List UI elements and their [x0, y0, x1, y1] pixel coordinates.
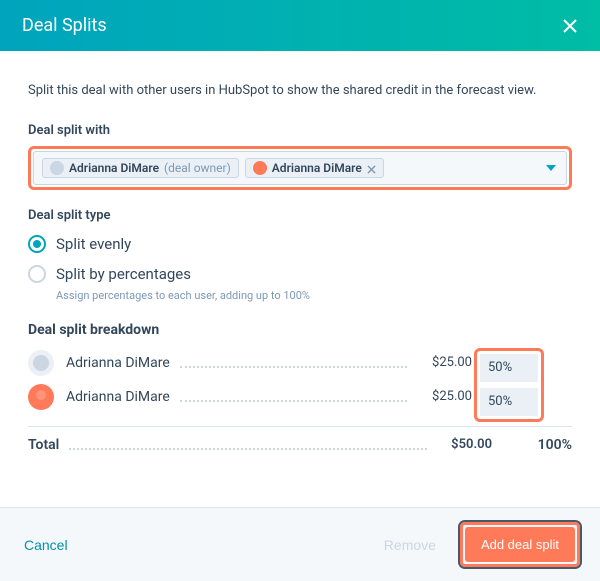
dotted-leader: [180, 392, 407, 402]
avatar-icon: [28, 350, 54, 376]
split-with-highlight: Adrianna DiMare (deal owner) Adrianna Di…: [28, 146, 572, 190]
intro-text: Split this deal with other users in HubS…: [28, 81, 572, 101]
dotted-leader: [180, 358, 407, 368]
radio-split-evenly[interactable]: Split evenly: [28, 231, 572, 261]
radio-icon: [28, 235, 46, 253]
chip-name: Adrianna DiMare: [69, 161, 159, 175]
percentage-input[interactable]: 50%: [480, 388, 538, 416]
chip-owner[interactable]: Adrianna DiMare (deal owner): [42, 158, 239, 178]
split-type-label: Deal split type: [28, 208, 572, 223]
deal-splits-modal: Deal Splits Split this deal with other u…: [0, 0, 600, 581]
chevron-down-icon[interactable]: [546, 165, 556, 171]
split-with-label: Deal split with: [28, 123, 572, 138]
row-amount: $25.00: [417, 389, 472, 404]
radio-split-percentages[interactable]: Split by percentages: [28, 261, 572, 291]
row-name: Adrianna DiMare: [66, 389, 170, 405]
percentage-highlight: 50% 50%: [474, 348, 544, 422]
chip-suffix: (deal owner): [164, 161, 231, 175]
split-with-select[interactable]: Adrianna DiMare (deal owner) Adrianna Di…: [33, 151, 567, 185]
breakdown-area: Adrianna DiMare $25.00 Adrianna DiMare $…: [28, 350, 572, 410]
avatar-icon: [50, 161, 64, 175]
modal-header: Deal Splits: [0, 0, 600, 51]
split-type-group: Deal split type Split evenly Split by pe…: [28, 208, 572, 302]
total-amount: $50.00: [437, 437, 492, 452]
radio-icon: [28, 265, 46, 283]
divider: [28, 426, 572, 427]
avatar-icon: [28, 384, 54, 410]
add-deal-split-button[interactable]: Add deal split: [465, 527, 575, 562]
modal-title: Deal Splits: [22, 15, 107, 36]
percentage-input[interactable]: 50%: [480, 354, 538, 382]
split-type-helper: Assign percentages to each user, adding …: [56, 289, 572, 302]
chip-name: Adrianna DiMare: [272, 161, 362, 175]
radio-label: Split evenly: [56, 235, 131, 253]
remove-button[interactable]: Remove: [370, 529, 450, 561]
cancel-button[interactable]: Cancel: [20, 531, 72, 559]
primary-highlight: Add deal split: [460, 522, 580, 567]
row-amount: $25.00: [417, 355, 472, 370]
breakdown-label: Deal split breakdown: [28, 322, 572, 338]
radio-label: Split by percentages: [56, 265, 191, 283]
footer-right: Remove Add deal split: [370, 522, 580, 567]
modal-body: Split this deal with other users in HubS…: [0, 51, 600, 507]
total-percentage: 100%: [492, 437, 572, 453]
avatar-icon: [253, 161, 267, 175]
remove-chip-icon[interactable]: [367, 163, 376, 172]
total-label: Total: [28, 437, 59, 453]
chip-user[interactable]: Adrianna DiMare: [245, 158, 384, 178]
total-row: Total $50.00 100%: [28, 437, 572, 453]
close-icon[interactable]: [562, 18, 578, 34]
modal-footer: Cancel Remove Add deal split: [0, 507, 600, 581]
dotted-leader: [69, 440, 427, 450]
row-name: Adrianna DiMare: [66, 355, 170, 371]
